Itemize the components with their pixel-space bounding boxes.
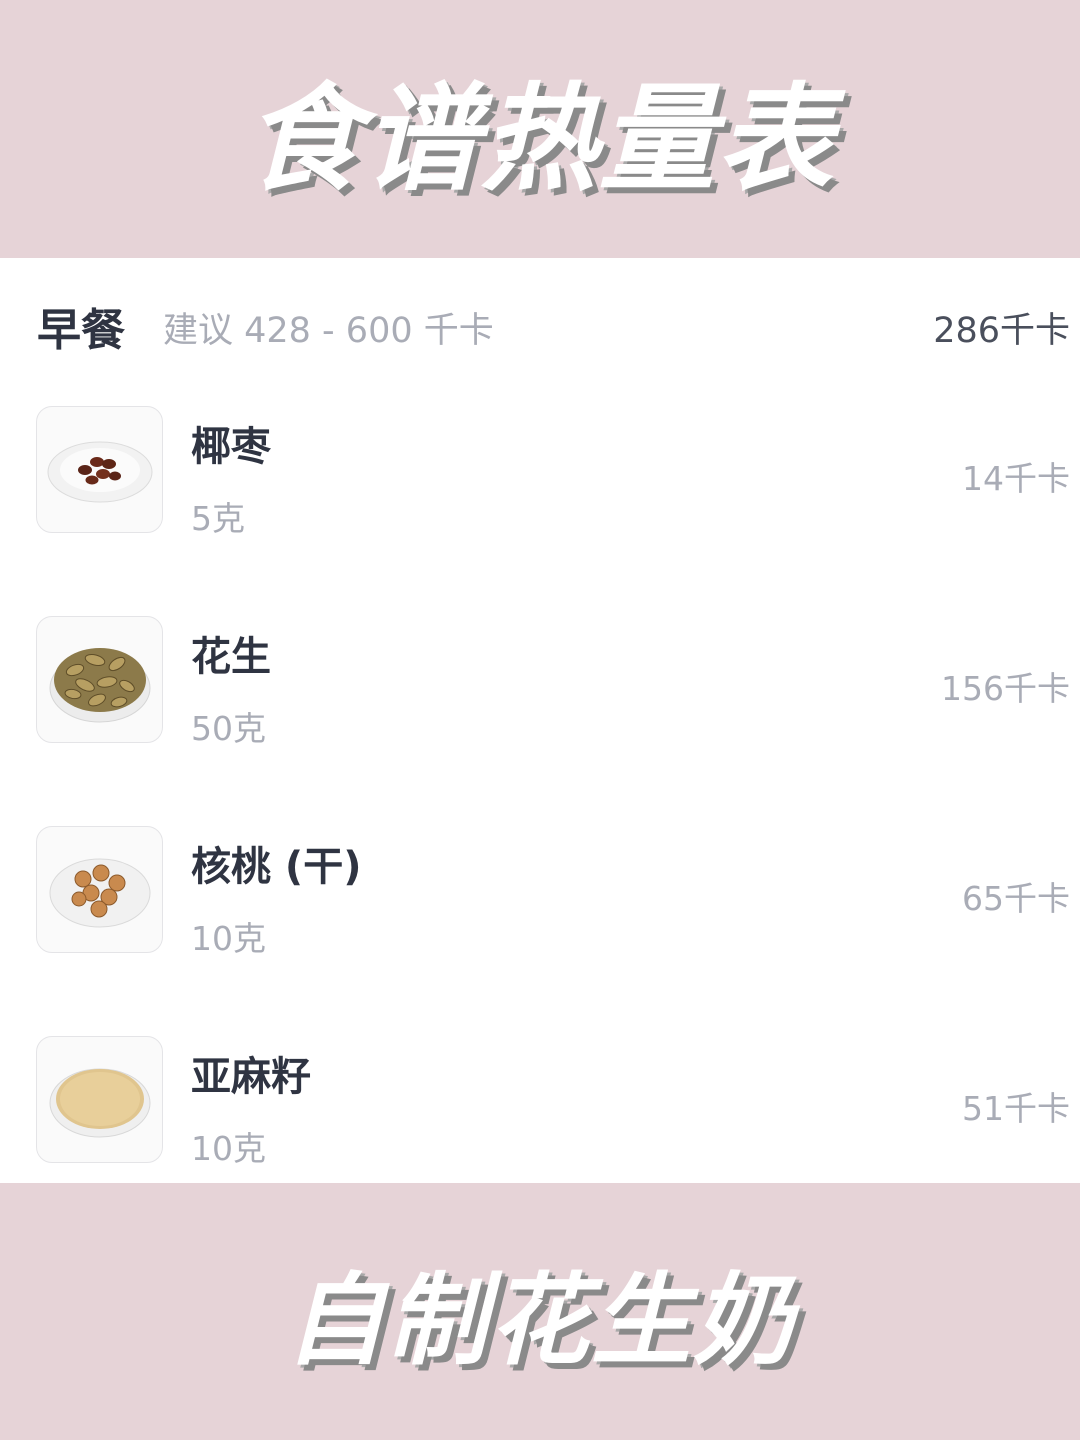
meal-card: 早餐 建议 428 - 600 千卡 286千卡 椰枣 5克 14千卡 花生 5… <box>0 258 1080 1183</box>
item-calories: 65千卡 <box>962 879 1070 918</box>
top-banner: 食谱热量表 <box>0 0 1080 258</box>
meal-total-calories: 286千卡 <box>933 311 1070 351</box>
item-amount: 10克 <box>191 1129 266 1168</box>
item-name: 花生 <box>191 634 271 680</box>
item-name: 核桃 (干) <box>191 844 362 890</box>
meal-suggestion: 建议 428 - 600 千卡 <box>163 311 494 351</box>
item-name: 亚麻籽 <box>191 1054 311 1100</box>
flaxseed-plate-icon <box>36 1036 163 1163</box>
peanuts-plate-icon <box>36 616 163 743</box>
item-calories: 51千卡 <box>962 1089 1070 1128</box>
bottom-banner: 自制花生奶 <box>0 1183 1080 1440</box>
list-item[interactable]: 核桃 (干) 10克 65千卡 <box>0 826 1080 958</box>
item-amount: 10克 <box>191 919 266 958</box>
meal-title: 早餐 <box>37 305 125 356</box>
list-item[interactable]: 椰枣 5克 14千卡 <box>0 406 1080 538</box>
meal-header: 早餐 建议 428 - 600 千卡 286千卡 <box>0 288 1080 358</box>
dates-plate-icon <box>36 406 163 533</box>
banner-subtitle: 自制花生奶 <box>285 1262 795 1379</box>
walnuts-plate-icon <box>36 826 163 953</box>
item-amount: 5克 <box>191 499 245 538</box>
list-item[interactable]: 亚麻籽 10克 51千卡 <box>0 1036 1080 1168</box>
banner-title: 食谱热量表 <box>245 72 835 207</box>
item-calories: 156千卡 <box>941 669 1070 708</box>
item-amount: 50克 <box>191 709 266 748</box>
item-name: 椰枣 <box>191 424 271 470</box>
list-item[interactable]: 花生 50克 156千卡 <box>0 616 1080 748</box>
item-calories: 14千卡 <box>962 459 1070 498</box>
